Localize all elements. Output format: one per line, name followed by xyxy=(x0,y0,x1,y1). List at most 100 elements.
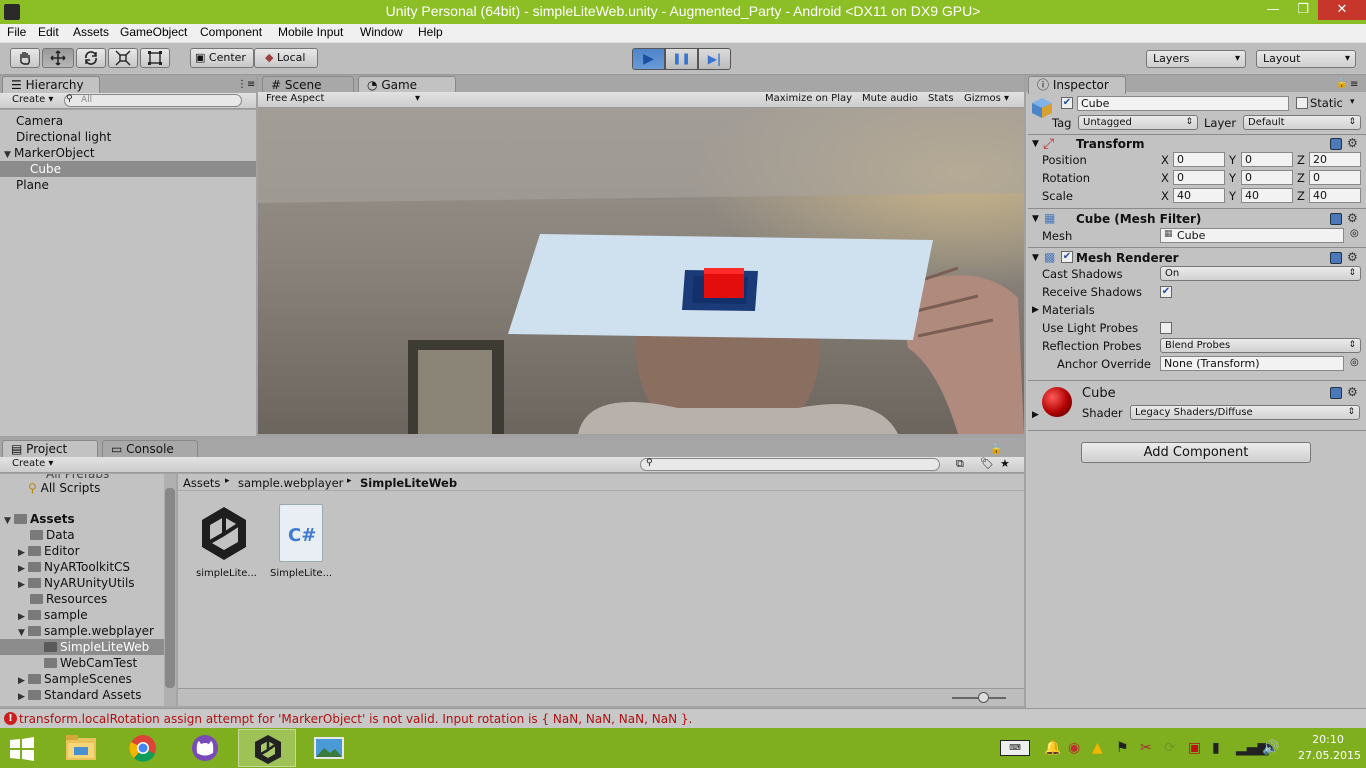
maximize-button[interactable]: ❐ xyxy=(1288,0,1318,20)
step-button[interactable]: ▶| xyxy=(698,48,731,70)
maximize-on-play-toggle[interactable]: Maximize on Play xyxy=(765,93,852,104)
help-book-icon[interactable] xyxy=(1330,138,1342,150)
use-light-probes-checkbox[interactable] xyxy=(1160,322,1172,334)
hierarchy-item-markerobject[interactable]: ▼ MarkerObject xyxy=(4,145,95,161)
tree-item-sample[interactable]: ▶ sample xyxy=(18,607,88,623)
tools-icon[interactable]: ✂ xyxy=(1140,740,1152,756)
tree-item-standard-assets[interactable]: ▶ Standard Assets xyxy=(18,687,141,703)
mesh-renderer-enabled-checkbox[interactable]: ✔ xyxy=(1061,251,1073,263)
gear-icon[interactable]: ⚙ xyxy=(1347,136,1358,150)
rotate-tool-button[interactable] xyxy=(76,48,106,68)
tree-item-resources[interactable]: Resources xyxy=(30,591,107,607)
antivirus-icon[interactable]: ▣ xyxy=(1188,740,1201,756)
breadcrumb-assets[interactable]: Assets xyxy=(183,476,220,490)
zoom-slider-thumb[interactable] xyxy=(978,692,989,703)
pause-button[interactable]: ❚❚ xyxy=(665,48,698,70)
position-z-field[interactable]: 20 xyxy=(1309,152,1361,167)
layer-dropdown[interactable]: Default xyxy=(1243,115,1361,130)
rotation-x-field[interactable]: 0 xyxy=(1173,170,1225,185)
menu-window[interactable]: Window xyxy=(360,25,403,39)
sync-icon[interactable]: ⟳ xyxy=(1164,740,1176,756)
layers-dropdown[interactable]: Layers xyxy=(1146,50,1246,68)
taskbar-photos[interactable] xyxy=(300,729,358,767)
object-picker-icon[interactable]: ◎ xyxy=(1350,357,1359,368)
pivot-local-button[interactable]: ◆ Local xyxy=(254,48,318,68)
stats-toggle[interactable]: Stats xyxy=(928,93,954,104)
minimize-button[interactable]: — xyxy=(1258,0,1288,20)
scale-x-field[interactable]: 40 xyxy=(1173,188,1225,203)
aspect-dropdown[interactable]: Free Aspect ▾ xyxy=(266,93,422,107)
tree-item-all-scripts[interactable]: ⚲ All Scripts xyxy=(28,480,100,496)
taskbar-chrome[interactable] xyxy=(114,729,172,767)
tab-console[interactable]: ▭ Console xyxy=(102,440,198,458)
hierarchy-create-button[interactable]: Create ▾ xyxy=(12,94,53,105)
tab-project[interactable]: ▤ Project xyxy=(2,440,98,458)
tree-item-sample-webplayer[interactable]: ▼ sample.webplayer xyxy=(18,623,154,639)
tree-item-nyarunityutils[interactable]: ▶ NyARUnityUtils xyxy=(18,575,135,591)
taskbar-file-explorer[interactable] xyxy=(52,729,110,767)
cast-shadows-dropdown[interactable]: On xyxy=(1160,266,1361,281)
project-create-button[interactable]: Create ▾ xyxy=(12,458,53,469)
close-button[interactable]: ✕ xyxy=(1318,0,1366,20)
tree-item-nyartoolkitcs[interactable]: ▶ NyARToolkitCS xyxy=(18,559,130,575)
project-search-input[interactable] xyxy=(640,458,940,471)
lock-icon[interactable]: 🔒 xyxy=(990,444,1002,455)
layout-dropdown[interactable]: Layout xyxy=(1256,50,1356,68)
help-book-icon[interactable] xyxy=(1330,252,1342,264)
tree-item-assets[interactable]: ▼ Assets xyxy=(4,511,75,527)
add-component-button[interactable]: Add Component xyxy=(1081,442,1311,463)
tree-scrollbar-thumb[interactable] xyxy=(165,488,175,688)
tag-dropdown[interactable]: Untagged xyxy=(1078,115,1198,130)
help-book-icon[interactable] xyxy=(1330,213,1342,225)
tree-item-editor[interactable]: ▶ Editor xyxy=(18,543,80,559)
status-message[interactable]: transform.localRotation assign attempt f… xyxy=(19,712,692,726)
position-y-field[interactable]: 0 xyxy=(1241,152,1293,167)
start-button[interactable] xyxy=(8,736,36,762)
gear-icon[interactable]: ⚙ xyxy=(1347,211,1358,225)
tree-item-data[interactable]: Data xyxy=(30,527,75,543)
hierarchy-search-input[interactable]: All xyxy=(64,94,242,107)
drive-icon[interactable]: ▲ xyxy=(1092,740,1103,756)
hierarchy-item-plane[interactable]: Plane xyxy=(16,177,49,193)
foldout-arrow-icon[interactable]: ▼ xyxy=(1032,139,1039,149)
game-viewport[interactable] xyxy=(258,108,1024,434)
panel-menu-icon[interactable]: ⋮≡ xyxy=(237,79,255,90)
clock[interactable]: 20:10 27.05.2015 xyxy=(1298,733,1361,762)
mute-audio-toggle[interactable]: Mute audio xyxy=(862,93,918,104)
menu-gameobject[interactable]: GameObject xyxy=(120,25,187,39)
rect-tool-button[interactable] xyxy=(140,48,170,68)
tree-item-webcamtest[interactable]: WebCamTest xyxy=(44,655,137,671)
menu-help[interactable]: Help xyxy=(418,25,443,39)
menu-file[interactable]: File xyxy=(7,25,26,39)
receive-shadows-checkbox[interactable]: ✔ xyxy=(1160,286,1172,298)
asset-item[interactable]: C# SimpleLite... xyxy=(268,504,338,584)
position-x-field[interactable]: 0 xyxy=(1173,152,1225,167)
favorite-star-icon[interactable]: ★ xyxy=(1000,457,1010,470)
menu-component[interactable]: Component xyxy=(200,25,262,39)
taskbar-unity[interactable] xyxy=(238,729,296,767)
asset-item[interactable]: simpleLite... xyxy=(192,504,262,584)
filter-type-icon[interactable]: ⧉ xyxy=(956,457,964,471)
tab-inspector[interactable]: ⓘ Inspector xyxy=(1028,76,1126,94)
breadcrumb-sample-webplayer[interactable]: sample.webplayer xyxy=(238,476,343,490)
scale-z-field[interactable]: 40 xyxy=(1309,188,1361,203)
object-name-field[interactable]: Cube xyxy=(1077,96,1289,111)
tree-item-samplescenes[interactable]: ▶ SampleScenes xyxy=(18,671,132,687)
battery-icon[interactable]: ▮ xyxy=(1212,740,1220,756)
pivot-center-button[interactable]: ▣ Center xyxy=(190,48,254,68)
foldout-arrow-icon[interactable]: ▼ xyxy=(1032,214,1039,224)
panel-menu-icon[interactable]: ≡ xyxy=(1350,79,1358,90)
lock-icon[interactable]: 🔒 xyxy=(1336,79,1347,89)
move-tool-button[interactable] xyxy=(42,48,74,68)
gear-icon[interactable]: ⚙ xyxy=(1347,385,1358,399)
menu-assets[interactable]: Assets xyxy=(73,25,109,39)
help-book-icon[interactable] xyxy=(1330,387,1342,399)
scale-tool-button[interactable] xyxy=(108,48,138,68)
mesh-object-field[interactable]: Cube xyxy=(1160,228,1344,243)
static-dropdown-arrow[interactable]: ▾ xyxy=(1350,97,1355,107)
object-picker-icon[interactable]: ◎ xyxy=(1350,228,1359,239)
reflection-probes-dropdown[interactable]: Blend Probes xyxy=(1160,338,1361,353)
keyboard-icon[interactable]: ⌨ xyxy=(1000,740,1030,756)
play-button[interactable]: ▶ xyxy=(632,48,665,70)
anchor-override-field[interactable]: None (Transform) xyxy=(1160,356,1344,371)
